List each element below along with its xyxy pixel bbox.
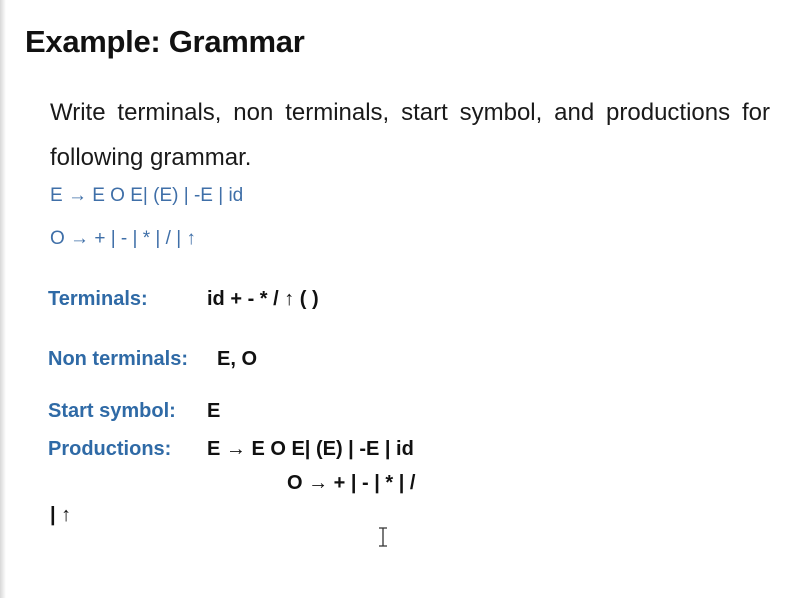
production-line-o: O → + | - | * | /	[287, 472, 416, 494]
start-symbol-label: Start symbol:	[48, 400, 176, 422]
productions-label: Productions:	[48, 438, 172, 460]
production-line-o-continued: | ↑	[50, 504, 72, 526]
non-terminals-label: Non terminals:	[48, 348, 189, 370]
slide-title: Example: Grammar	[25, 24, 305, 59]
text-cursor-icon	[379, 527, 387, 547]
grammar-rule-e: E → E O E| (E) | -E | id	[50, 185, 244, 206]
intro-paragraph: Write terminals, non terminals, start sy…	[50, 99, 770, 171]
slide: Example: Grammar Write terminals, non te…	[0, 0, 797, 598]
production-line-e: E → E O E| (E) | -E | id	[207, 438, 414, 460]
terminals-label: Terminals:	[48, 288, 148, 310]
grammar-rule-o: O → + | - | * | / | ↑	[50, 228, 196, 249]
non-terminals-value: E, O	[217, 348, 258, 370]
slide-edge-shadow	[0, 0, 6, 598]
start-symbol-value: E	[207, 400, 221, 422]
terminals-value: id + - * / ↑ ( )	[207, 288, 319, 310]
